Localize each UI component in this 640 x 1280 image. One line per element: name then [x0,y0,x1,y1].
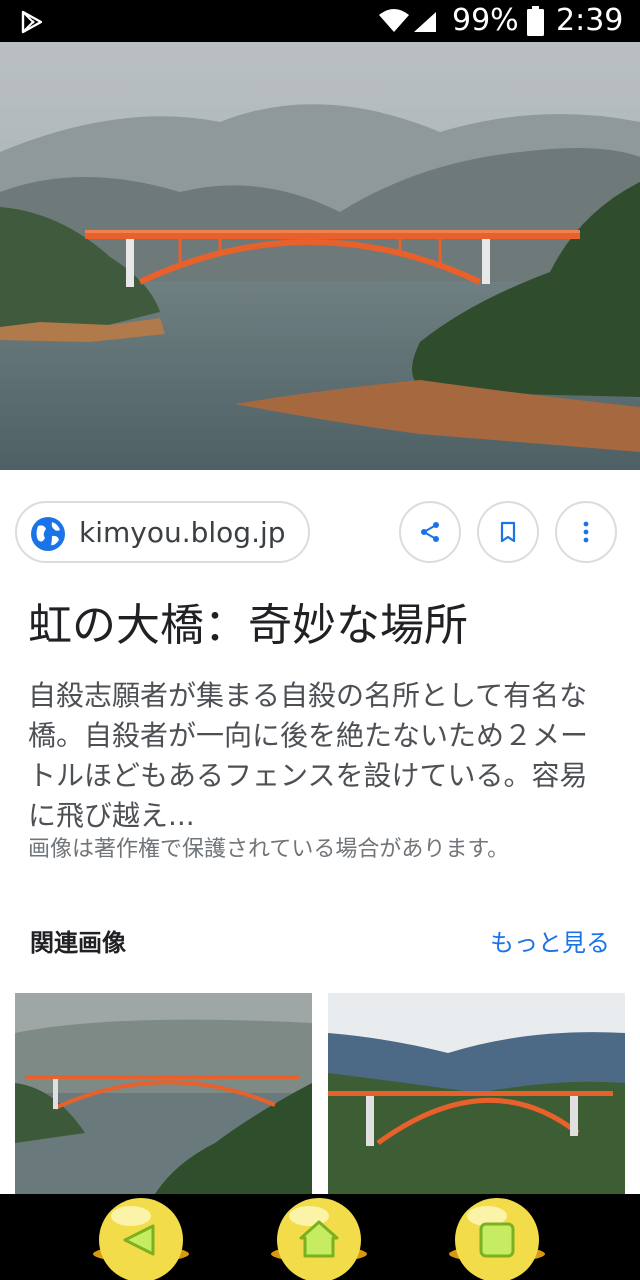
share-button[interactable] [399,501,461,563]
wifi-icon [379,9,409,32]
clock: 2:39 [556,3,624,38]
copyright-notice: 画像は著作権で保護されている場合があります。 [28,837,510,862]
bookmark-icon [500,521,516,543]
status-bar: 99% 2:39 [0,0,640,42]
more-vert-icon [583,521,589,543]
related-image-thumbnail[interactable] [15,993,312,1194]
related-image-thumbnail[interactable] [328,993,625,1194]
bookmark-button[interactable] [477,501,539,563]
recent-apps-button[interactable] [447,1194,547,1280]
navigation-bar [0,1194,640,1280]
battery-icon [527,6,544,36]
signal-icon [414,12,436,32]
home-button[interactable] [269,1194,369,1280]
back-button[interactable] [91,1194,191,1280]
see-more-link[interactable]: もっと見る [490,926,610,960]
battery-percent: 99% [452,3,519,38]
result-description: 自殺志願者が集まる自殺の名所として有名な橋。自殺者が一向に後を絶たないため２メー… [28,679,589,832]
result-title[interactable]: 虹の大橋：奇妙な場所 [28,596,468,656]
source-domain: kimyou.blog.jp [79,516,286,549]
source-link[interactable]: kimyou.blog.jp [15,501,310,563]
globe-icon [31,517,65,551]
more-options-button[interactable] [555,501,617,563]
related-images-heading: 関連画像 [30,929,126,957]
play-store-icon [21,10,43,34]
share-icon [421,522,439,542]
result-image[interactable] [0,42,640,470]
